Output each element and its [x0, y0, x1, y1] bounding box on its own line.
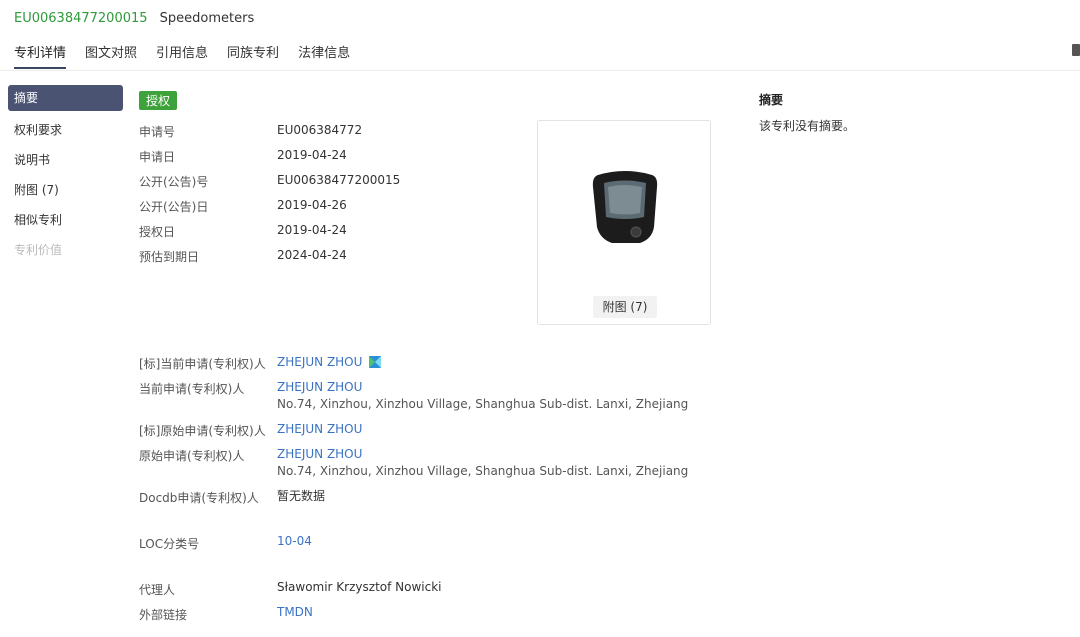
original-applicant-link[interactable]: ZHEJUN ZHOU — [277, 447, 362, 461]
sidebar-item-description[interactable]: 说明书 — [8, 145, 123, 175]
expiry-value: 2024-04-24 — [277, 248, 347, 262]
abstract-text: 该专利没有摘要。 — [759, 119, 856, 133]
app-date-value: 2019-04-24 — [277, 148, 347, 162]
std-current-applicant-row: ZHEJUN ZHOU — [277, 355, 382, 369]
loc-class-label: LOC分类号 — [139, 537, 200, 551]
tab-citations[interactable]: 引用信息 — [156, 42, 208, 69]
original-applicant-label: 原始申请(专利权)人 — [139, 449, 245, 463]
patent-title-row: EU00638477200015 Speedometers — [14, 11, 254, 26]
std-current-applicant-label: [标]当前申请(专利权)人 — [139, 357, 266, 371]
tab-text-figure-compare[interactable]: 图文对照 — [85, 42, 137, 69]
external-link-tmdn[interactable]: TMDN — [277, 605, 313, 619]
app-no-value: EU006384772 — [277, 123, 363, 137]
current-applicant-link[interactable]: ZHEJUN ZHOU — [277, 380, 362, 394]
docdb-applicant-label: Docdb申请(专利权)人 — [139, 491, 259, 505]
pub-no-label: 公开(公告)号 — [139, 175, 209, 189]
figure-caption-button[interactable]: 附图 (7) — [593, 296, 657, 318]
agent-label: 代理人 — [139, 583, 176, 597]
sidebar-item-value: 专利价值 — [14, 243, 63, 257]
company-logo-icon[interactable] — [369, 356, 382, 368]
sidebar-item-figures[interactable]: 附图 (7) — [8, 175, 123, 205]
sidebar-item-similar[interactable]: 相似专利 — [8, 205, 123, 235]
original-applicant-address: No.74, Xinzhou, Xinzhou Village, Shanghu… — [277, 464, 689, 478]
docdb-applicant-value: 暂无数据 — [277, 489, 326, 503]
patent-title: Speedometers — [159, 11, 255, 26]
sidebar: 摘要 权利要求 说明书 附图 (7) 相似专利 专利价值 — [8, 85, 123, 265]
grant-date-value: 2019-04-24 — [277, 223, 347, 237]
tab-legal-info[interactable]: 法律信息 — [298, 42, 350, 69]
tab-bar: 专利详情 图文对照 引用信息 同族专利 法律信息 — [14, 42, 369, 69]
std-current-applicant-link[interactable]: ZHEJUN ZHOU — [277, 355, 362, 369]
expiry-label: 预估到期日 — [139, 250, 200, 264]
tab-family-patents[interactable]: 同族专利 — [227, 42, 279, 69]
external-link-label: 外部链接 — [139, 608, 188, 622]
toolbar-edge-icon[interactable] — [1072, 44, 1080, 56]
patent-id: EU00638477200015 — [14, 11, 148, 26]
agent-value: Sławomir Krzysztof Nowicki — [277, 580, 442, 594]
speedometer-image — [592, 171, 658, 243]
abstract-title: 摘要 — [759, 93, 784, 107]
top-bar: EU00638477200015 Speedometers 专利详情 图文对照 … — [0, 0, 1080, 71]
current-applicant-label: 当前申请(专利权)人 — [139, 382, 245, 396]
sidebar-item-claims[interactable]: 权利要求 — [8, 115, 123, 145]
current-applicant-address: No.74, Xinzhou, Xinzhou Village, Shanghu… — [277, 397, 689, 411]
pub-no-value: EU00638477200015 — [277, 173, 401, 187]
grant-date-label: 授权日 — [139, 225, 176, 239]
status-badge: 授权 — [139, 91, 178, 110]
pub-date-label: 公开(公告)日 — [139, 200, 209, 214]
sidebar-item-abstract[interactable]: 摘要 — [8, 85, 123, 111]
app-date-label: 申请日 — [139, 150, 176, 164]
std-original-applicant-label: [标]原始申请(专利权)人 — [139, 424, 266, 438]
tab-patent-details[interactable]: 专利详情 — [14, 42, 67, 69]
loc-class-link[interactable]: 10-04 — [277, 534, 312, 548]
figure-card[interactable]: 附图 (7) — [537, 120, 711, 325]
app-no-label: 申请号 — [139, 125, 176, 139]
std-original-applicant-link[interactable]: ZHEJUN ZHOU — [277, 422, 362, 436]
pub-date-value: 2019-04-26 — [277, 198, 347, 212]
